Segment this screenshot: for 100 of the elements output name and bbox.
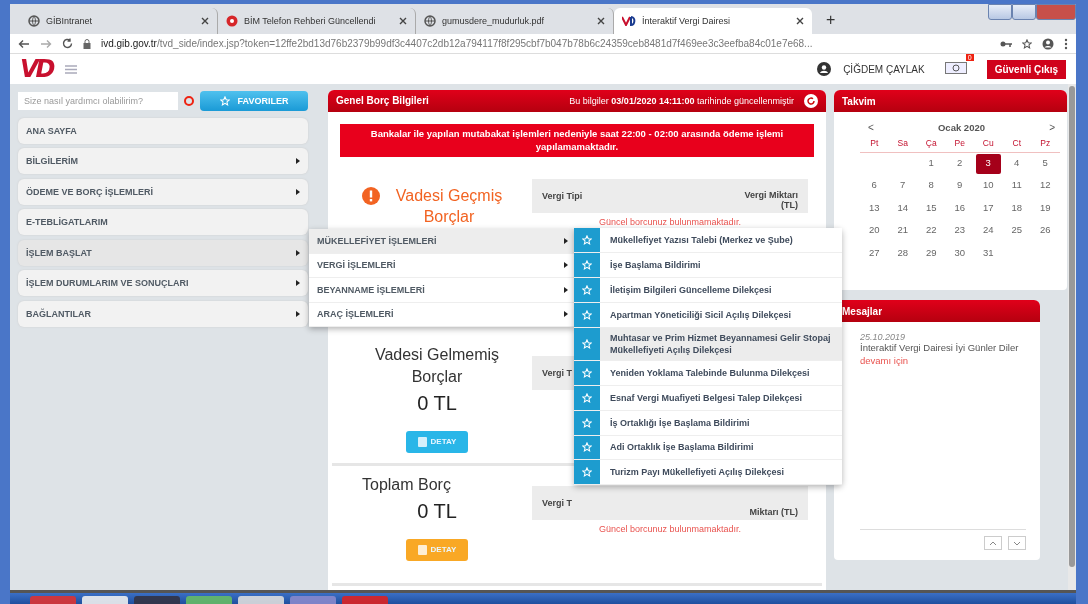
prev-month-button[interactable]: < (868, 122, 874, 133)
action-item[interactable]: Adi Ortaklık İşe Başlama Bildirimi (574, 435, 842, 461)
action-label: Esnaf Vergi Muafiyeti Belgesi Talep Dilekçesi (609, 391, 803, 405)
calendar-day[interactable]: 10 (976, 176, 1001, 197)
calendar-day[interactable]: 8 (919, 176, 944, 197)
sidebar-item[interactable]: ANA SAYFA (18, 117, 308, 144)
user-name[interactable]: ÇİĞDEM ÇAYLAK (843, 63, 925, 75)
weekday-label: Ça (917, 133, 946, 153)
calendar-day[interactable]: 6 (862, 176, 887, 197)
more-icon[interactable] (1064, 37, 1068, 50)
clear-icon[interactable] (184, 96, 194, 106)
reload-icon[interactable] (62, 38, 73, 49)
calendar-day[interactable]: 18 (1004, 198, 1029, 220)
scrollbar[interactable] (1068, 84, 1076, 590)
close-icon[interactable] (597, 17, 605, 25)
action-item[interactable]: Esnaf Vergi Muafiyeti Belgesi Talep Dilekçesi (574, 385, 842, 411)
user-icon (817, 62, 832, 76)
address-url[interactable]: ivd.gib.gov.tr/tvd_side/index.jsp?token=12ffe2bd13d76b2379b99df3c4407c2db12a794117f8f295cbf7b047b78b6c24359ceb8481d7f469ee3c3eefba84c01e7e68... (101, 38, 990, 49)
calendar-day[interactable]: 21 (890, 221, 915, 242)
sidebar-item[interactable]: İŞLEM BAŞLAT (18, 239, 308, 266)
caret-icon (564, 311, 568, 318)
mail-icon[interactable] (944, 62, 967, 74)
weekday-label: Ct (1002, 133, 1031, 153)
key-icon[interactable] (1000, 39, 1012, 48)
submenu-item[interactable]: VERGİ İŞLEMLERİ (309, 253, 574, 278)
update-note: Bu bilgiler 03/01/2020 14:11:00 tarihinde güncellenmiştir (569, 96, 794, 106)
calendar-day[interactable]: 5 (1033, 154, 1058, 175)
next-month-button[interactable]: > (1049, 122, 1055, 133)
calendar-day[interactable]: 16 (947, 198, 972, 220)
sidebar-item[interactable]: BİLGİLERİM (18, 148, 308, 174)
sidebar-item-label: İŞLEM DURUMLARIM VE SONUÇLARI (26, 278, 189, 288)
calendar-day[interactable]: 25 (1004, 221, 1029, 242)
close-icon[interactable] (201, 17, 209, 25)
calendar-day[interactable]: 22 (919, 221, 944, 242)
calendar-day[interactable]: 11 (1004, 176, 1029, 197)
forward-icon[interactable] (40, 38, 52, 49)
scroll-down-button[interactable] (1008, 536, 1026, 550)
back-icon[interactable] (18, 38, 30, 49)
menu-icon[interactable] (64, 64, 77, 74)
column-header: Vergi Tipi (542, 190, 583, 201)
action-item[interactable]: İletişim Bilgileri Güncelleme Dilekçesi (574, 277, 842, 303)
scroll-up-button[interactable] (984, 536, 1002, 550)
action-item[interactable]: Yeniden Yoklama Talebinde Bulunma Dilekçesi (574, 360, 842, 386)
chevron-up-icon (989, 540, 997, 546)
action-item[interactable]: Muhtasar ve Prim Hizmet Beyannamesi Gelir Stopaj Mükellefiyeti Açılış Dilekçesi (574, 327, 842, 361)
calendar-day[interactable]: 3 (976, 154, 1001, 175)
action-item[interactable]: Mükellefiyet Yazısı Talebi (Merkez ve Şube) (574, 228, 842, 253)
weekday-label: Pz (1031, 133, 1060, 153)
account-icon[interactable] (1042, 37, 1054, 50)
weekday-label: Pt (860, 133, 889, 153)
close-icon[interactable] (399, 17, 407, 25)
calendar-day[interactable]: 14 (890, 198, 915, 220)
logout-button[interactable]: Güvenli Çıkış (986, 59, 1066, 79)
action-item[interactable]: Apartman Yöneticiliği Sicil Açılış Dilekçesi (574, 302, 842, 328)
submenu-item[interactable]: BEYANNAME İŞLEMLERİ (309, 278, 574, 303)
section-title: Vadesi Geçmiş Borçlar (362, 184, 512, 228)
close-icon[interactable] (796, 17, 804, 25)
browser-tab[interactable]: BİM Telefon Rehberi Güncellendi (218, 8, 416, 34)
calendar-day[interactable]: 12 (1033, 176, 1058, 197)
browser-tab[interactable]: GİBIntranet (20, 8, 218, 34)
calendar-day[interactable]: 4 (1004, 154, 1029, 175)
calendar-day[interactable]: 24 (976, 221, 1001, 242)
calendar-day[interactable]: 23 (947, 221, 972, 242)
read-more-link[interactable]: devamı için (860, 354, 909, 366)
caret-icon (564, 286, 568, 293)
maximize-button[interactable] (1012, 4, 1036, 20)
section-title: Toplam Borç (362, 475, 452, 496)
action-label: Adi Ortaklık İşe Başlama Bildirimi (609, 441, 755, 455)
logo[interactable]: VD (20, 55, 53, 83)
refresh-icon[interactable] (804, 94, 818, 108)
calendar-day[interactable]: 30 (947, 243, 972, 264)
calendar-day[interactable]: 29 (919, 243, 944, 264)
minimize-button[interactable] (988, 4, 1012, 20)
tab-title: İnteraktif Vergi Dairesi (642, 16, 732, 26)
sidebar-item[interactable]: İŞLEM DURUMLARIM VE SONUÇLARI (18, 270, 308, 296)
calendar-day[interactable]: 15 (919, 198, 944, 220)
calendar-day[interactable]: 7 (890, 176, 915, 197)
action-item[interactable]: İşe Başlama Bildirimi (574, 252, 842, 278)
calendar-day[interactable]: 9 (947, 176, 972, 197)
browser-tab[interactable]: İnteraktif Vergi Dairesi (614, 8, 812, 34)
new-tab-button[interactable]: + (826, 11, 836, 29)
calendar-day[interactable]: 17 (976, 198, 1001, 220)
calendar-day[interactable]: 13 (862, 198, 887, 220)
submenu-item[interactable]: MÜKELLEFİYET İŞLEMLERİ (309, 229, 574, 254)
calendar-day[interactable]: 26 (1033, 221, 1058, 242)
action-item[interactable]: İş Ortaklığı İşe Başlama Bildirimi (574, 410, 842, 436)
search-field[interactable]: Size nasıl yardımcı olabilirim? (18, 92, 178, 110)
calendar-day[interactable]: 20 (862, 221, 887, 242)
document-icon (417, 544, 427, 555)
sidebar-item[interactable]: ÖDEME VE BORÇ İŞLEMLERİ (18, 178, 308, 205)
submenu-item[interactable]: ARAÇ İŞLEMLERİ (309, 302, 574, 327)
calendar-day[interactable]: 27 (862, 243, 887, 264)
calendar-day[interactable]: 31 (976, 243, 1001, 264)
calendar-day[interactable]: 1 (919, 154, 944, 175)
calendar-day[interactable]: 2 (947, 154, 972, 175)
calendar-day[interactable]: 19 (1033, 198, 1058, 220)
sidebar-item[interactable]: E-TEBLİGATLARIM (18, 209, 308, 235)
action-item[interactable]: Turizm Payı Mükellefiyeti Açılış Dilekçesi (574, 460, 842, 486)
calendar-day[interactable]: 28 (890, 243, 915, 264)
sidebar-item[interactable]: BAĞLANTILAR (18, 300, 308, 327)
